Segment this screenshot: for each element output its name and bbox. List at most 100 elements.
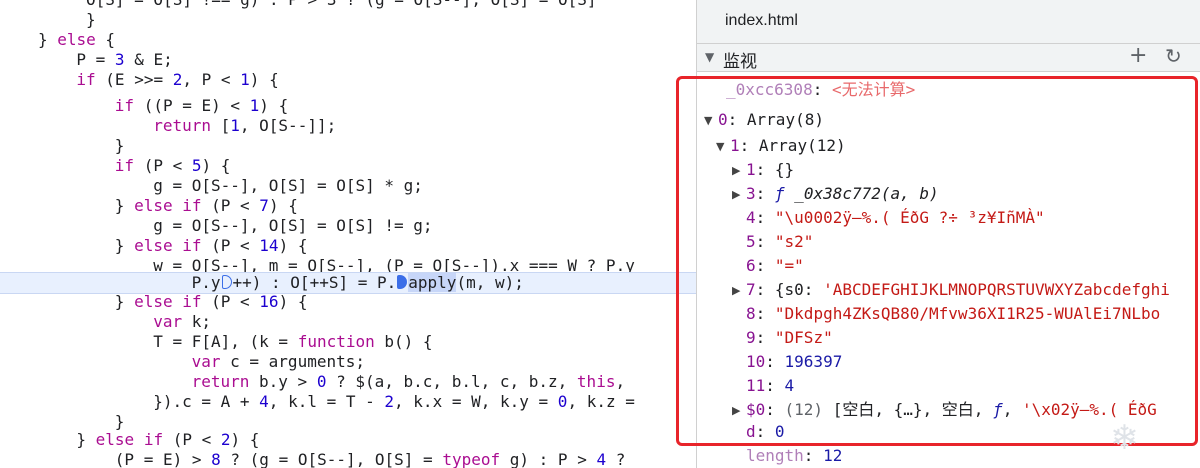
watch-text: : bbox=[755, 184, 775, 203]
code-line[interactable]: g = O[S--], O[S] = O[S] != g; bbox=[0, 216, 696, 236]
watch-text: : bbox=[755, 422, 775, 441]
watch-section-title: 监视 bbox=[723, 52, 757, 72]
code-line[interactable]: }).c = A + 4, k.l = T - 2, k.x = W, k.y … bbox=[0, 392, 696, 412]
code-line[interactable]: O[S] = O[S] !== g) : P > 3 ? (g = O[S--]… bbox=[0, 0, 696, 10]
watch-section-header[interactable]: ▼ 监视 + ↻ bbox=[697, 43, 1200, 72]
code-keyword: if bbox=[76, 70, 96, 89]
code-text: , k.z = bbox=[567, 392, 635, 411]
watch-row-s0[interactable]: ▶ $0: (12) [空白, {…}, 空白, ƒ, '\x02ÿ–%.( Éð… bbox=[732, 398, 1157, 422]
watch-row-5[interactable]: 5: "s2" bbox=[732, 230, 813, 254]
code-text: ) { bbox=[278, 236, 308, 255]
code-text: g) : P > bbox=[500, 450, 597, 468]
watch-row-10[interactable]: 10: 196397 bbox=[732, 350, 842, 374]
expand-right-icon[interactable]: ▶ bbox=[732, 279, 746, 302]
code-line[interactable]: } else if (P < 2) { bbox=[0, 430, 696, 450]
code-line[interactable]: return [1, O[S--]]; bbox=[0, 116, 696, 136]
code-line[interactable]: return b.y > 0 ? $(a, b.c, b.l, c, b.z, … bbox=[0, 372, 696, 392]
breakpoint-marker-icon[interactable] bbox=[221, 275, 232, 289]
watch-row-8[interactable]: 8: "Dkdpgh4ZKsQB80/Mfvw36XI1R25-WUAlEi7N… bbox=[732, 302, 1160, 326]
code-line[interactable]: if (E >>= 2, P < 1) { bbox=[0, 70, 696, 90]
expand-right-icon[interactable]: ▶ bbox=[732, 183, 746, 206]
refresh-icon[interactable]: ↻ bbox=[1165, 44, 1182, 68]
plus-icon[interactable]: + bbox=[1129, 43, 1147, 68]
code-text: [ bbox=[210, 116, 231, 135]
code-keyword: return bbox=[153, 116, 211, 135]
chevron-down-icon[interactable]: ▼ bbox=[705, 50, 714, 64]
code-line[interactable]: } bbox=[0, 136, 696, 156]
code-line[interactable]: } else if (P < 14) { bbox=[0, 236, 696, 256]
code-text: (P < bbox=[201, 236, 260, 255]
watch-string-value: "\u0002ÿ–%.( ÉðG ?÷ ³z¥IñMÀ" bbox=[774, 208, 1045, 227]
code-number: 4 bbox=[259, 392, 269, 411]
code-text: k; bbox=[182, 312, 211, 331]
code-line[interactable]: } else if (P < 7) { bbox=[0, 196, 696, 216]
watch-row-0-1[interactable]: ▼ 1: Array(12) bbox=[716, 134, 846, 158]
code-keyword: this bbox=[576, 372, 616, 391]
watch-row-9[interactable]: 9: "DFSz" bbox=[732, 326, 833, 350]
watch-row-d[interactable]: d: 0 bbox=[732, 420, 785, 444]
code-line-paused[interactable]: P.y ++) : O[++S] = P. apply(m, w); bbox=[0, 272, 696, 294]
code-number: 1 bbox=[249, 96, 260, 115]
watch-row-6[interactable]: 6: "=" bbox=[732, 254, 804, 278]
watch-row-11[interactable]: 11: 4 bbox=[732, 374, 794, 398]
file-tab-label: index.html bbox=[725, 12, 798, 29]
watch-string-value: "DFSz" bbox=[774, 328, 833, 347]
watch-key: 8 bbox=[746, 304, 756, 323]
code-text: } bbox=[76, 430, 96, 449]
watch-number-value: 12 bbox=[823, 446, 843, 465]
code-line[interactable]: var c = arguments; bbox=[0, 352, 696, 372]
code-text: ) { bbox=[201, 156, 231, 175]
watch-key: length bbox=[746, 446, 804, 465]
code-editor[interactable]: O[S] = O[S] !== g) : P > 3 ? (g = O[S--]… bbox=[0, 0, 696, 468]
code-text: P = bbox=[76, 50, 115, 69]
code-text: { bbox=[95, 30, 116, 49]
watch-text: , bbox=[1002, 400, 1022, 419]
code-number: 0 bbox=[557, 392, 568, 411]
watch-row-4[interactable]: 4: "\u0002ÿ–%.( ÉðG ?÷ ³z¥IñMÀ" bbox=[732, 206, 1045, 230]
watch-row-1[interactable]: ▶ 1: {} bbox=[732, 158, 794, 182]
watch-row-7[interactable]: ▶ 7: {s0: 'ABCDEFGHIJKLMNOPQRSTUVWXYZabcd… bbox=[732, 278, 1170, 302]
code-text: , O[S--]]; bbox=[239, 116, 337, 135]
code-line[interactable]: if (P < 5) { bbox=[0, 156, 696, 176]
code-text: T = F[A], (k = bbox=[153, 332, 298, 351]
code-text: ) { bbox=[230, 430, 260, 449]
expand-right-icon[interactable]: ▶ bbox=[732, 399, 746, 422]
code-number: 2 bbox=[172, 70, 183, 89]
code-text: c = arguments; bbox=[220, 352, 365, 371]
code-text: ? $(a, b.c, b.l, c, b.z, bbox=[326, 372, 577, 391]
code-line[interactable]: } bbox=[0, 10, 696, 30]
expand-down-icon[interactable]: ▼ bbox=[704, 109, 718, 132]
code-number: 7 bbox=[259, 196, 269, 215]
code-text: ++) : O[++S] = P. bbox=[232, 273, 397, 292]
watch-expression-0xcc6308[interactable]: _0xcc6308: <无法计算> bbox=[712, 78, 915, 102]
expand-down-icon[interactable]: ▼ bbox=[716, 135, 730, 158]
code-text: }).c = A + bbox=[153, 392, 260, 411]
breakpoint-marker-icon[interactable] bbox=[397, 275, 408, 289]
watch-key: 0 bbox=[718, 110, 728, 129]
watch-row-length[interactable]: length: 12 bbox=[732, 444, 842, 468]
watch-string-value: 'ABCDEFGHIJKLMNOPQRSTUVWXYZabcdefghi bbox=[823, 280, 1170, 299]
code-line[interactable]: g = O[S--], O[S] = O[S] * g; bbox=[0, 176, 696, 196]
code-line[interactable]: } else { bbox=[0, 30, 696, 50]
code-keyword: var bbox=[191, 352, 221, 371]
code-line[interactable]: var k; bbox=[0, 312, 696, 332]
function-glyph: ƒ bbox=[993, 400, 1003, 419]
watch-text: : bbox=[803, 446, 824, 465]
expand-right-icon[interactable]: ▶ bbox=[732, 159, 746, 182]
watch-row-3[interactable]: ▶ 3: ƒ _0x38c772(a, b) bbox=[732, 182, 939, 206]
watch-key: 9 bbox=[746, 328, 756, 347]
code-keyword: typeof bbox=[442, 450, 501, 468]
watch-string-value: "s2" bbox=[774, 232, 814, 251]
code-line[interactable]: T = F[A], (k = function b() { bbox=[0, 332, 696, 352]
code-line[interactable]: P = 3 & E; bbox=[0, 50, 696, 70]
code-number: 2 bbox=[220, 430, 231, 449]
code-line[interactable]: (P = E) > 8 ? (g = O[S--], O[S] = typeof… bbox=[0, 450, 696, 468]
watch-key: _0xcc6308 bbox=[726, 80, 813, 99]
watch-row-0[interactable]: ▼ 0: Array(8) bbox=[704, 108, 824, 132]
code-line[interactable]: } else if (P < 16) { bbox=[0, 292, 696, 312]
code-line[interactable]: if ((P = E) < 1) { bbox=[0, 96, 696, 116]
code-text: , bbox=[615, 372, 626, 391]
code-text: , k.x = W, k.y = bbox=[394, 392, 558, 411]
file-tab[interactable]: index.html bbox=[697, 0, 1200, 44]
code-line[interactable]: } bbox=[0, 412, 696, 432]
